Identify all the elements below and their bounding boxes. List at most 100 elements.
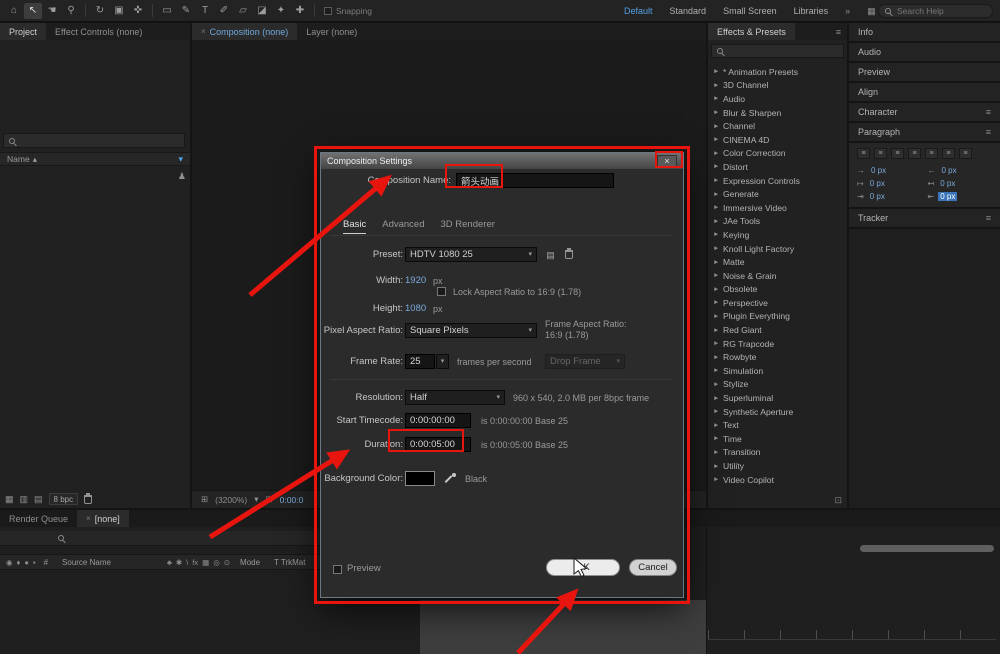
paragraph-spacing-field[interactable]: ↦ 0 px [857, 179, 922, 188]
magnification-dropdown[interactable]: (3200%) [215, 495, 247, 505]
expand-arrow-icon[interactable]: ► [713, 191, 719, 198]
panel-header-align[interactable]: Align [849, 83, 1000, 103]
clone-stamp-tool-icon[interactable]: ▱ [234, 3, 252, 19]
tab-composition[interactable]: × Composition (none) [192, 23, 297, 40]
effects-category-row[interactable]: ► Simulation [708, 364, 847, 378]
dialog-titlebar[interactable]: Composition Settings × [321, 153, 683, 169]
paragraph-spacing-field[interactable]: ← 0 px [928, 166, 993, 175]
effects-category-row[interactable]: ► Matte [708, 255, 847, 269]
panel-header-tracker[interactable]: Tracker ≡ [849, 209, 1000, 229]
cancel-button[interactable]: Cancel [629, 559, 677, 576]
hand-tool-icon[interactable]: ☚ [43, 3, 61, 19]
effects-category-row[interactable]: ► RG Trapcode [708, 337, 847, 351]
selection-tool-icon[interactable]: ↖ [24, 3, 42, 19]
expand-arrow-icon[interactable]: ► [713, 449, 719, 456]
workspace-tab-small-screen[interactable]: Small Screen [723, 6, 777, 16]
effects-search-field[interactable] [711, 44, 844, 58]
expand-arrow-icon[interactable]: ► [713, 408, 719, 415]
workspace-menu-icon[interactable]: ▦ [867, 6, 876, 17]
expand-arrow-icon[interactable]: ► [713, 68, 719, 75]
expand-arrow-icon[interactable]: ► [713, 299, 719, 306]
type-tool-icon[interactable]: T [196, 3, 214, 19]
effects-category-row[interactable]: ► Noise & Grain [708, 269, 847, 283]
magnification-dropdown-arrow-icon[interactable]: ▾ [254, 494, 258, 505]
effects-category-row[interactable]: ► * Animation Presets [708, 65, 847, 79]
pixel-aspect-dropdown[interactable]: Square Pixels ▾ [405, 323, 537, 338]
height-value[interactable]: 1080 [405, 301, 426, 317]
paragraph-spacing-field[interactable]: → 0 px [857, 166, 922, 175]
project-columns-header[interactable]: Name ▴ ▾ [0, 152, 190, 166]
expand-arrow-icon[interactable]: ► [713, 327, 719, 334]
expand-arrow-icon[interactable]: ► [713, 259, 719, 266]
preview-toggle[interactable]: Preview [333, 561, 381, 577]
effects-category-row[interactable]: ► Stylize [708, 378, 847, 392]
zoom-tool-icon[interactable]: ⚲ [62, 3, 80, 19]
spacing-value[interactable]: 0 px [869, 166, 888, 175]
expand-arrow-icon[interactable]: ► [713, 82, 719, 89]
tab-render-queue[interactable]: Render Queue [0, 510, 77, 527]
effects-category-row[interactable]: ► Utility [708, 459, 847, 473]
interpret-footage-icon[interactable]: ▦ [5, 494, 14, 505]
effects-category-row[interactable]: ► Blur & Sharpen [708, 106, 847, 120]
effects-category-row[interactable]: ► Synthetic Aperture [708, 405, 847, 419]
help-search-box[interactable] [878, 4, 993, 18]
effects-category-row[interactable]: ► Immersive Video [708, 201, 847, 215]
new-composition-icon[interactable]: ▤ [34, 494, 43, 505]
tab-layer[interactable]: Layer (none) [297, 23, 366, 40]
effects-category-row[interactable]: ► Distort [708, 160, 847, 174]
pan-behind-tool-icon[interactable]: ✜ [129, 3, 147, 19]
paragraph-spacing-field[interactable]: ↤ 0 px [928, 179, 993, 188]
puppet-pin-tool-icon[interactable]: ✚ [291, 3, 309, 19]
effects-category-row[interactable]: ► Perspective [708, 296, 847, 310]
eraser-tool-icon[interactable]: ◪ [253, 3, 271, 19]
panel-menu-icon[interactable]: ≡ [986, 107, 991, 117]
home-icon[interactable]: ⌂ [5, 3, 23, 19]
expand-arrow-icon[interactable]: ► [713, 177, 719, 184]
expand-arrow-icon[interactable]: ► [713, 231, 719, 238]
effects-category-row[interactable]: ► 3D Channel [708, 79, 847, 93]
expand-arrow-icon[interactable]: ► [713, 163, 719, 170]
tab-effects-presets[interactable]: Effects & Presets [708, 23, 795, 40]
expand-arrow-icon[interactable]: ► [713, 422, 719, 429]
expand-arrow-icon[interactable]: ► [713, 272, 719, 279]
expand-arrow-icon[interactable]: ► [713, 204, 719, 211]
roto-brush-tool-icon[interactable]: ✦ [272, 3, 290, 19]
spacing-value[interactable]: 0 px [938, 179, 957, 188]
close-icon[interactable]: × [657, 155, 677, 167]
workspace-tab-standard[interactable]: Standard [670, 6, 707, 16]
new-folder-icon[interactable]: ▥ [20, 494, 29, 505]
expand-arrow-icon[interactable]: ► [713, 367, 719, 374]
paragraph-align-button[interactable]: ≡ [908, 148, 921, 159]
tab-effect-controls[interactable]: Effect Controls (none) [46, 23, 151, 40]
effects-category-row[interactable]: ► Superluminal [708, 391, 847, 405]
panel-header-info[interactable]: Info [849, 23, 1000, 43]
rotate-tool-icon[interactable]: ↻ [91, 3, 109, 19]
paragraph-align-button[interactable]: ≡ [959, 148, 972, 159]
effects-category-row[interactable]: ► Channel [708, 119, 847, 133]
spacing-value[interactable]: 0 px [868, 192, 887, 201]
paragraph-align-button[interactable]: ≡ [925, 148, 938, 159]
panel-header-preview[interactable]: Preview [849, 63, 1000, 83]
effects-category-row[interactable]: ► Obsolete [708, 283, 847, 297]
effects-category-row[interactable]: ► Color Correction [708, 147, 847, 161]
camera-tool-icon[interactable]: ▣ [110, 3, 128, 19]
expand-arrow-icon[interactable]: ► [713, 109, 719, 116]
paragraph-align-button[interactable]: ≡ [891, 148, 904, 159]
expand-arrow-icon[interactable]: ► [713, 150, 719, 157]
workspace-overflow-icon[interactable]: » [845, 6, 850, 16]
shape-tool-icon[interactable]: ▭ [158, 3, 176, 19]
frame-rate-field[interactable]: 25 [405, 354, 435, 369]
expand-arrow-icon[interactable]: ► [713, 476, 719, 483]
panel-menu-icon[interactable]: ≡ [986, 213, 991, 223]
panel-header-paragraph[interactable]: Paragraph ≡ [849, 123, 1000, 143]
close-tab-icon[interactable]: × [201, 27, 206, 36]
snapping-checkbox[interactable] [324, 7, 332, 15]
view-options-icon[interactable]: ⊞ [201, 494, 208, 505]
spacing-value[interactable]: 0 px [940, 166, 959, 175]
project-flowchart-icon[interactable]: ♟ [178, 171, 186, 182]
tab-basic[interactable]: Basic [343, 219, 366, 234]
paragraph-align-button[interactable]: ≡ [942, 148, 955, 159]
frame-rate-dropdown-arrow[interactable]: ▾ [436, 354, 449, 369]
effects-category-row[interactable]: ► Transition [708, 446, 847, 460]
effects-category-row[interactable]: ► Text [708, 418, 847, 432]
